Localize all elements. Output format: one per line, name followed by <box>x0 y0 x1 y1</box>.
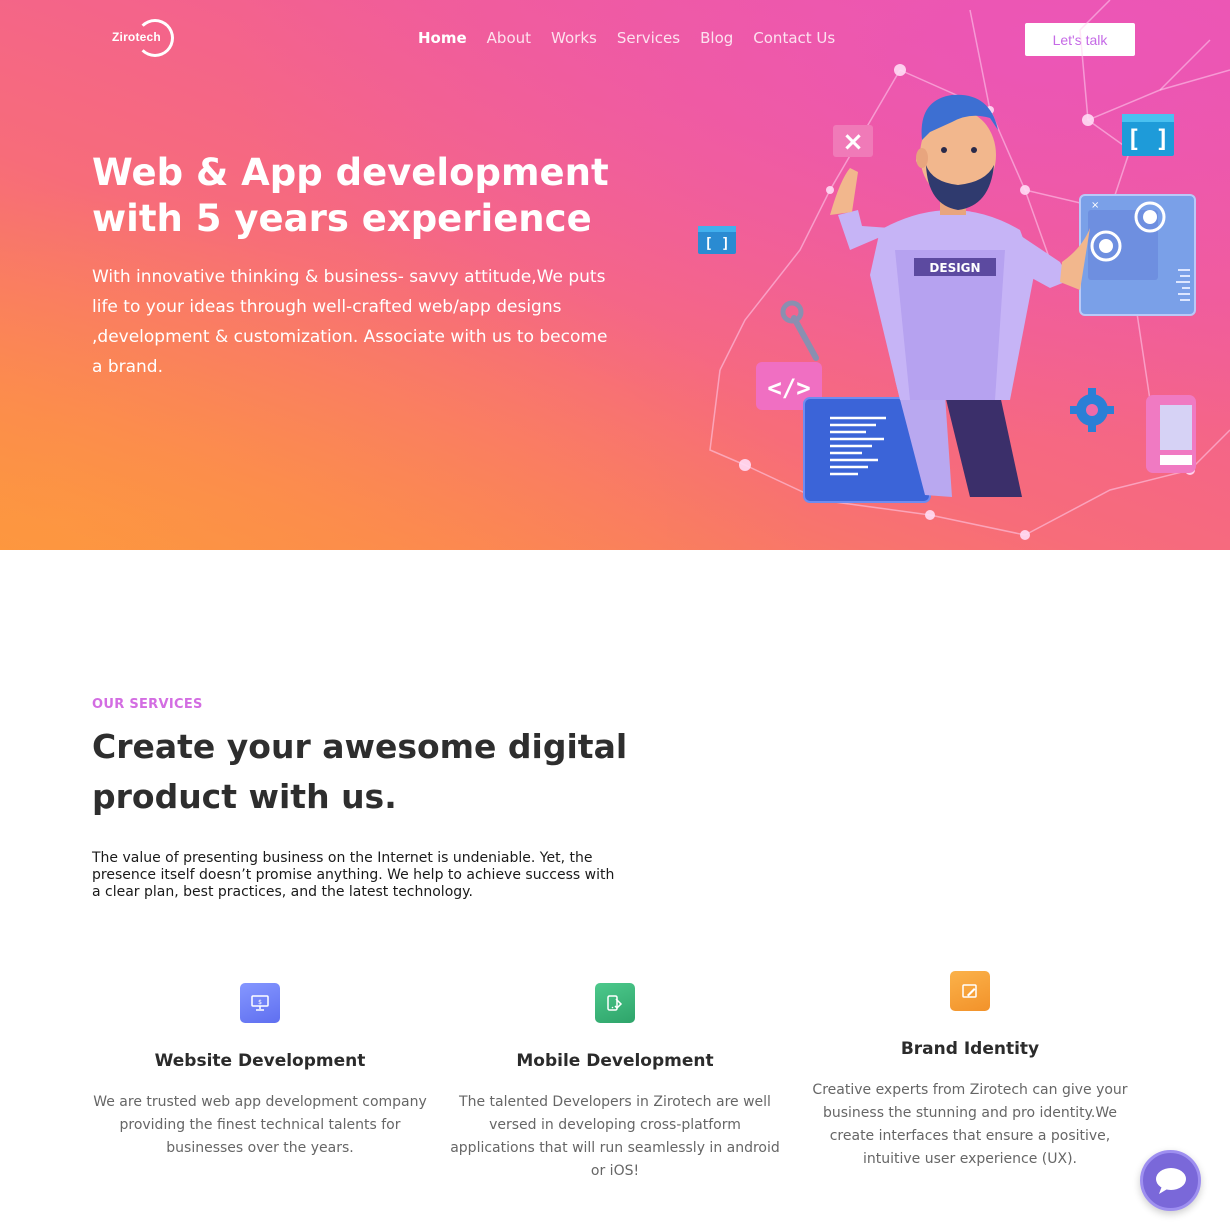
services-title: Create your awesome digital product with… <box>92 727 628 816</box>
logo[interactable]: Zirotech <box>112 17 178 61</box>
service-card-title: Mobile Development <box>516 1051 714 1071</box>
services-eyebrow: OUR SERVICES <box>92 697 203 712</box>
nav-works[interactable]: Works <box>551 29 597 47</box>
service-card-text: The talented Developers in Zirotech are … <box>450 1094 780 1179</box>
brand-pen-icon <box>950 971 990 1011</box>
shirt-label: DESIGN <box>929 261 980 275</box>
hero-title: Web & App development with 5 years exper… <box>92 151 609 240</box>
service-card-website: $ Website Development We are trusted web… <box>90 983 430 1160</box>
brackets-small-glyph: [ ] <box>704 236 729 252</box>
service-card-title: Brand Identity <box>900 1039 1040 1059</box>
service-card-title: Website Development <box>154 1051 366 1071</box>
hero-section: Zirotech Home About Works Services Blog … <box>0 0 1230 550</box>
brackets-large-glyph: [ ] <box>1126 125 1169 153</box>
svg-text:$: $ <box>258 999 262 1006</box>
gear-icon <box>1070 388 1114 432</box>
nav-about[interactable]: About <box>487 29 531 47</box>
service-card-text: Creative experts from Zirotech can give … <box>812 1082 1128 1167</box>
service-card-text: We are trusted web app development compa… <box>93 1094 427 1156</box>
services-description: The value of presenting business on the … <box>92 850 615 900</box>
monitor-icon: $ <box>240 983 280 1023</box>
dashboard-panel-icon: × <box>1079 194 1196 316</box>
close-glyph: × <box>842 127 864 157</box>
nav-home[interactable]: Home <box>418 29 467 47</box>
service-card-brand: Brand Identity Creative experts from Zir… <box>800 971 1140 1171</box>
wrench-icon <box>780 300 819 361</box>
phone-card-icon <box>1146 395 1196 473</box>
svg-text:×: × <box>1091 200 1099 211</box>
logo-text: Zirotech <box>112 30 161 44</box>
chat-bubble-icon <box>1155 1167 1186 1194</box>
developer-illustration: × [ ] [ ] × </> DESIGN <box>698 0 1230 540</box>
brackets-cube-icon: [ ] <box>698 226 736 254</box>
close-card-icon: × <box>833 125 873 157</box>
mobile-design-icon <box>595 983 635 1023</box>
brackets-large-icon: [ ] <box>1122 114 1174 156</box>
hero-description: With innovative thinking & business- sav… <box>92 267 608 377</box>
service-card-mobile: Mobile Development The talented Develope… <box>445 983 785 1183</box>
code-tag-glyph: </> <box>767 374 810 402</box>
chat-button[interactable] <box>1140 1150 1201 1211</box>
nav-services[interactable]: Services <box>617 29 680 47</box>
